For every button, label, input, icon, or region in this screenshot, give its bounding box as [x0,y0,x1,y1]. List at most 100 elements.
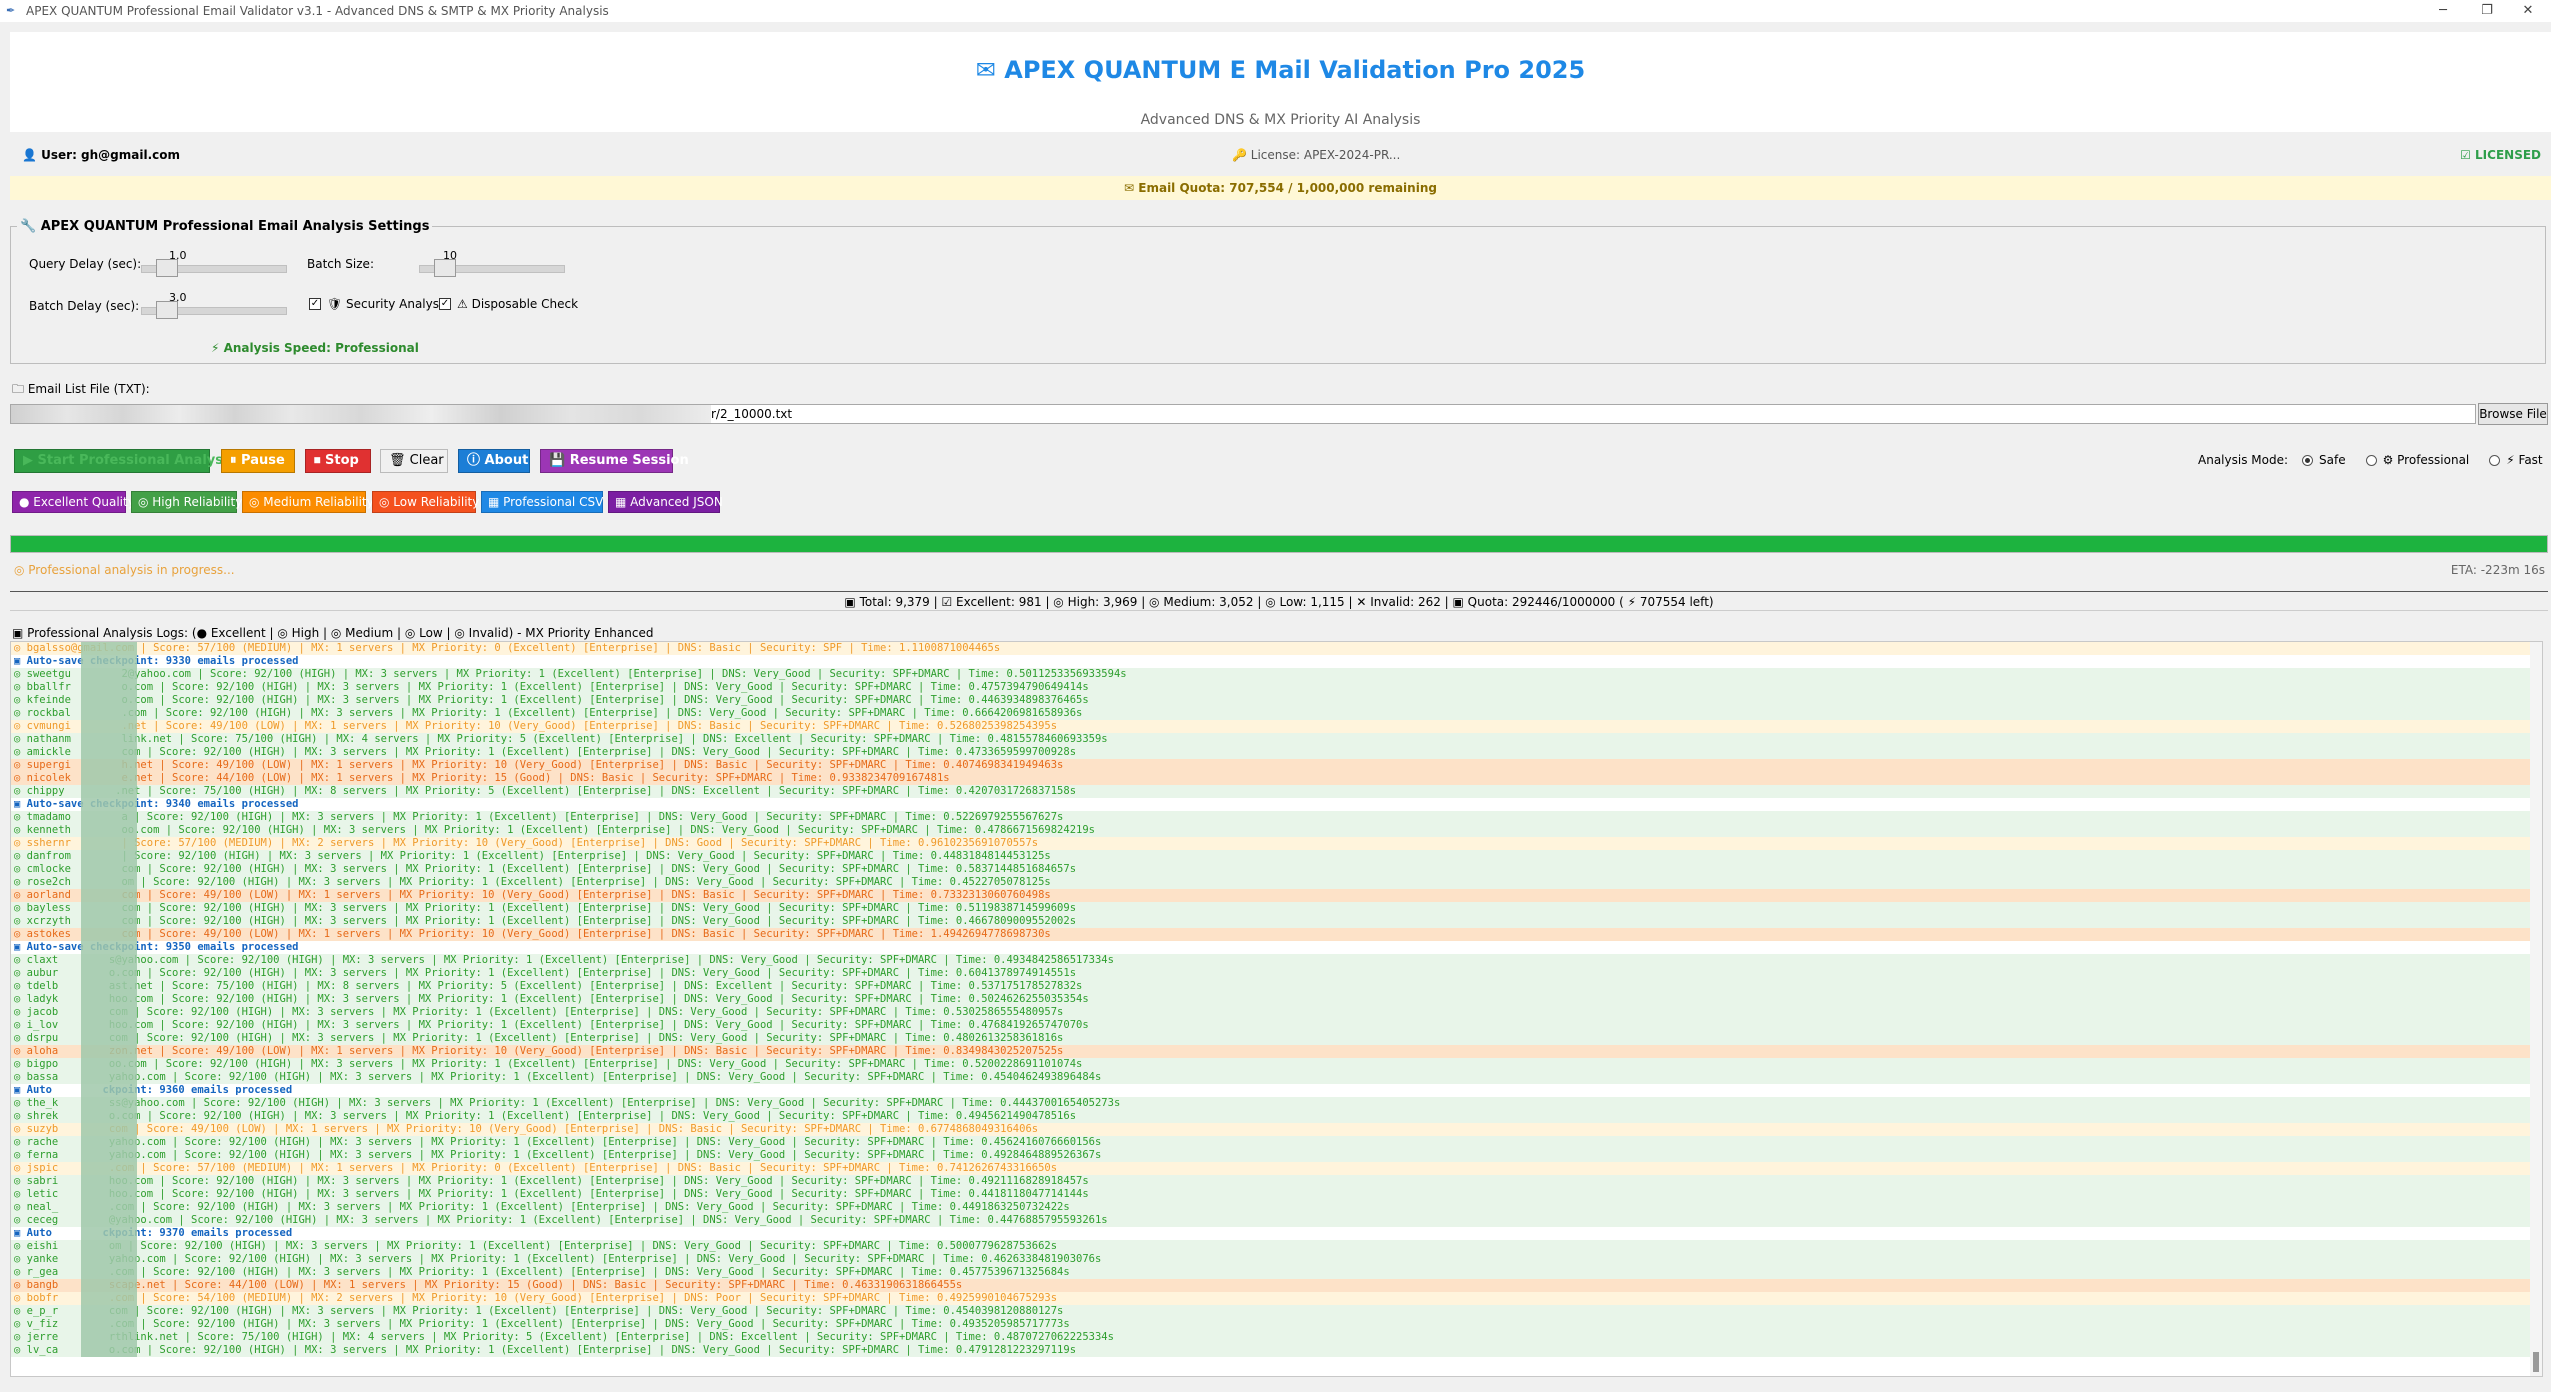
redaction-mask [81,1032,137,1045]
redaction-mask [81,1214,137,1227]
disposable-check-label: ⚠ Disposable Check [457,297,579,311]
logs-panel[interactable]: ◎ bgalsso@gmail.com | Score: 57/100 (MED… [10,641,2543,1377]
redaction-mask [81,655,137,668]
redaction-mask [81,733,137,746]
log-line: ◎ jacob com | Score: 92/100 (HIGH) | MX:… [11,1006,2532,1019]
redaction-mask [81,928,137,941]
logs-scrollbar[interactable] [2530,642,2542,1376]
app-title: ✉ APEX QUANTUM E Mail Validation Pro 202… [975,56,1586,84]
eta-label: ETA: -223m 16s [2450,563,2545,577]
mode-safe-radio[interactable] [2302,454,2313,466]
log-checkpoint: ▣ Auto ckpoint: 9370 emails processed [11,1227,2532,1240]
redaction-mask [81,1084,137,1097]
maximize-button[interactable]: ❐ [2464,0,2510,22]
email-quota-banner: ✉ Email Quota: 707,554 / 1,000,000 remai… [10,176,2551,200]
window-titlebar: ✒ APEX QUANTUM Professional Email Valida… [0,0,2551,22]
resume-session-button[interactable]: 💾 Resume Session [540,449,689,473]
redaction-mask [81,1266,137,1279]
redaction-mask [81,902,137,915]
analysis-mode-label: Analysis Mode: [2198,453,2288,467]
log-line: ◎ letic hoo.com | Score: 92/100 (HIGH) |… [11,1188,2532,1201]
log-line: ◎ lv_ca o.com | Score: 92/100 (HIGH) | M… [11,1344,2532,1357]
analysis-status: ◎ Professional analysis in progress... [14,563,235,577]
logs-scrollbar-thumb[interactable] [2533,1352,2539,1372]
export-json-button[interactable]: ▦ Advanced JSON [608,491,723,513]
batch-size-thumb[interactable] [434,259,457,277]
redaction-mask [81,642,137,655]
log-line: ◎ rache yahoo.com | Score: 92/100 (HIGH)… [11,1136,2532,1149]
start-analysis-button[interactable]: ▶ Start Professional Analysis [14,449,235,473]
log-line: ◎ bangb scape.net | Score: 44/100 (LOW) … [11,1279,2532,1292]
security-analysis-checkmark[interactable]: ✓ [309,298,321,310]
app-feather-icon: ✒ [6,4,16,17]
user-bar: 👤 User: gh@gmail.com 🔑 License: APEX-202… [10,140,2551,168]
export-medium-button[interactable]: ◎ Medium Reliability [242,491,374,513]
export-low-button[interactable]: ◎ Low Reliability [372,491,479,513]
redaction-mask [81,707,137,720]
redaction-mask [81,720,137,733]
disposable-check-checkbox[interactable]: ✓ ⚠ Disposable Check [439,297,578,311]
file-path-input[interactable]: r/2_10000.txt [10,404,2476,424]
log-line: ◎ sshernr | Score: 57/100 (MEDIUM) | MX:… [11,837,2532,850]
disposable-check-checkmark[interactable]: ✓ [439,298,451,310]
log-line: ◎ nicolek e.net | Score: 44/100 (LOW) | … [11,772,2532,785]
licensed-badge: ☑ LICENSED [2460,148,2541,162]
logs-title: ▣ Professional Analysis Logs: (● Excelle… [12,626,654,640]
query-delay-label: Query Delay (sec): [29,257,142,271]
pause-button[interactable]: ⏸ Pause [221,449,295,473]
log-line: ◎ dsrpu com | Score: 92/100 (HIGH) | MX:… [11,1032,2532,1045]
mode-fast-label[interactable]: ⚡ Fast [2506,453,2542,467]
log-line: ◎ bigpo oo.com | Score: 92/100 (HIGH) | … [11,1058,2532,1071]
log-line: ◎ rose2ch om | Score: 92/100 (HIGH) | MX… [11,876,2532,889]
about-button[interactable]: ⓘ About [458,449,530,473]
redaction-mask [81,772,137,785]
mode-professional-label[interactable]: ⚙ Professional [2383,453,2470,467]
mode-safe-label[interactable]: Safe [2319,453,2346,467]
log-line: ◎ bassa yahoo.com | Score: 92/100 (HIGH)… [11,1071,2532,1084]
mode-fast-radio[interactable] [2489,454,2501,466]
log-line: ◎ the_k ss@yahoo.com | Score: 92/100 (HI… [11,1097,2532,1110]
logs-list: ◎ bgalsso@gmail.com | Score: 57/100 (MED… [11,642,2532,1357]
close-button[interactable]: ✕ [2505,0,2551,22]
log-line: ◎ aorland com | Score: 49/100 (LOW) | MX… [11,889,2532,902]
log-line: ◎ aloha zon.net | Score: 49/100 (LOW) | … [11,1045,2532,1058]
clear-button[interactable]: 🗑 Clear [380,449,448,473]
log-line: ◎ ceceg @yahoo.com | Score: 92/100 (HIGH… [11,1214,2532,1227]
redaction-mask [81,1201,137,1214]
analysis-speed-label: ⚡ Analysis Speed: Professional [211,341,419,355]
redaction-mask [81,1019,137,1032]
log-line: ◎ jerre rthlink.net | Score: 75/100 (HIG… [11,1331,2532,1344]
export-excellent-button[interactable]: ● Excellent Quality [12,491,135,513]
export-high-button[interactable]: ◎ High Reliability [131,491,242,513]
stop-button[interactable]: ⏹ Stop [305,449,371,473]
redaction-mask [81,1188,137,1201]
browse-file-button[interactable]: Browse File [2478,403,2548,425]
redaction-mask [81,746,137,759]
log-line: ◎ kfeinde o.com | Score: 92/100 (HIGH) |… [11,694,2532,707]
security-analysis-checkbox[interactable]: ✓ 🛡 Security Analysis [309,297,449,311]
redaction-mask [81,1136,137,1149]
query-delay-thumb[interactable] [156,259,179,277]
export-csv-button[interactable]: ▦ Professional CSV [481,491,603,513]
batch-delay-thumb[interactable] [156,301,179,319]
redaction-mask [81,1305,137,1318]
window-title: APEX QUANTUM Professional Email Validato… [26,4,609,18]
license-label: 🔑 License: APEX-2024-PR... [1232,148,1401,162]
log-line: ◎ danfrom | Score: 92/100 (HIGH) | MX: 3… [11,850,2532,863]
redaction-mask [81,967,137,980]
redaction-mask [81,993,137,1006]
mode-professional-radio[interactable] [2365,454,2377,466]
log-line: ◎ bballfr o.com | Score: 92/100 (HIGH) |… [11,681,2532,694]
log-line: ◎ v_fiz .com | Score: 92/100 (HIGH) | MX… [11,1318,2532,1331]
redaction-mask [81,837,137,850]
redaction-mask [81,668,137,681]
minimize-button[interactable]: ─ [2420,0,2466,22]
user-label: 👤 User: gh@gmail.com [22,148,181,162]
redaction-mask [81,954,137,967]
batch-size-slider[interactable]: 10 [419,249,565,277]
app-subtitle: Advanced DNS & MX Priority AI Analysis [1140,112,1421,128]
log-line: ◎ ferna yahoo.com | Score: 92/100 (HIGH)… [11,1149,2532,1162]
batch-delay-slider[interactable]: 3.0 [141,291,287,319]
log-line: ◎ amickle com | Score: 92/100 (HIGH) | M… [11,746,2532,759]
query-delay-slider[interactable]: 1.0 [141,249,287,277]
